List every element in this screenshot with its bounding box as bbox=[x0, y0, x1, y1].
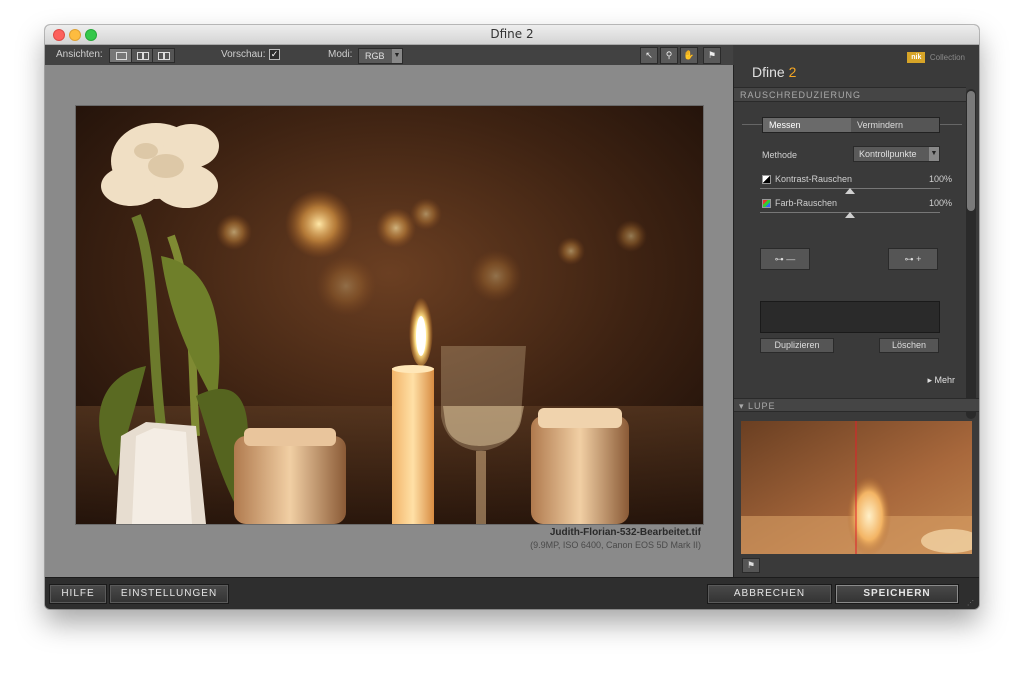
more-toggle[interactable]: ▸ Mehr bbox=[927, 375, 955, 386]
hand-tool-icon[interactable]: ✋ bbox=[680, 47, 698, 64]
bottom-bar: HILFE EINSTELLUNGEN ABBRECHEN SPEICHERN … bbox=[45, 577, 979, 609]
chevron-down-icon: ▼ bbox=[929, 147, 939, 161]
single-view-icon bbox=[116, 52, 127, 60]
mode-select[interactable]: RGB ▼ bbox=[358, 48, 403, 64]
zoom-window-button[interactable] bbox=[85, 29, 97, 41]
help-button[interactable]: HILFE bbox=[49, 584, 107, 604]
image-filename: Judith-Florian-532-Bearbeitet.tif bbox=[549, 527, 701, 538]
color-noise-slider-handle[interactable] bbox=[845, 212, 855, 218]
tab-reduce[interactable]: Vermindern bbox=[851, 118, 939, 132]
control-points-list[interactable] bbox=[760, 301, 940, 333]
color-swatch-icon bbox=[762, 199, 771, 209]
arrow-tool-icon[interactable]: ↖ bbox=[640, 47, 658, 64]
method-select-value: Kontrollpunkte bbox=[859, 149, 917, 159]
close-window-button[interactable] bbox=[53, 29, 65, 41]
collection-label: Collection bbox=[929, 53, 965, 63]
color-noise-row: Farb-Rauschen bbox=[762, 198, 838, 209]
right-panel: nik Collection Dfine 2 RAUSCHREDUZIERUNG… bbox=[734, 45, 979, 577]
preview-canvas[interactable]: Judith-Florian-532-Bearbeitet.tif (9.9MP… bbox=[45, 65, 734, 577]
contrast-noise-slider-handle[interactable] bbox=[845, 188, 855, 194]
pin-tool-icon[interactable]: ⚑ bbox=[703, 47, 721, 64]
image-metadata: (9.9MP, ISO 6400, Canon EOS 5D Mark II) bbox=[530, 540, 701, 550]
noise-reduction-section-header[interactable]: RAUSCHREDUZIERUNG bbox=[734, 87, 966, 102]
method-select[interactable]: Kontrollpunkte ▼ bbox=[853, 146, 940, 162]
remove-control-point-button[interactable]: ⊶ — bbox=[760, 248, 810, 270]
settings-button[interactable]: EINSTELLUNGEN bbox=[109, 584, 229, 604]
zoom-tool-icon[interactable]: ⚲ bbox=[660, 47, 678, 64]
contrast-noise-row: Kontrast-Rauschen bbox=[762, 174, 853, 185]
app-name: Dfine bbox=[752, 64, 785, 80]
mode-label: Modi: bbox=[328, 49, 353, 60]
preview-checkbox[interactable]: ✓ bbox=[269, 49, 280, 60]
title-bar: Dfine 2 bbox=[45, 25, 979, 45]
contrast-noise-label: Kontrast-Rauschen bbox=[775, 174, 853, 184]
window-title: Dfine 2 bbox=[490, 27, 534, 41]
preview-label: Vorschau: bbox=[221, 49, 266, 60]
control-point-icon: ⊶ bbox=[774, 254, 784, 264]
tab-measure[interactable]: Messen bbox=[763, 118, 851, 132]
top-toolbar: Ansichten: Vorschau: ✓ Modi: RGB ▼ ↖ ⚲ ✋… bbox=[45, 45, 733, 66]
image-info: Judith-Florian-532-Bearbeitet.tif (9.9MP… bbox=[530, 527, 701, 550]
loupe-section-header[interactable]: ▾ LUPE bbox=[734, 398, 979, 412]
more-label: Mehr bbox=[934, 375, 955, 385]
loupe-title: LUPE bbox=[748, 401, 776, 411]
app-window: Dfine 2 Ansichten: Vorschau: ✓ Modi: RGB… bbox=[45, 25, 979, 609]
single-view-button[interactable] bbox=[110, 49, 132, 62]
pin-loupe-icon[interactable]: ⚑ bbox=[742, 558, 760, 573]
scrollbar-thumb[interactable] bbox=[967, 91, 975, 211]
nik-logo: nik bbox=[907, 52, 926, 64]
color-noise-value: 100% bbox=[928, 198, 952, 208]
measure-reduce-tabs: Messen Vermindern bbox=[762, 117, 940, 133]
nik-collection-logo: nik Collection bbox=[907, 49, 965, 64]
save-button[interactable]: SPEICHERN bbox=[835, 584, 959, 604]
view-mode-buttons bbox=[109, 48, 175, 63]
color-noise-label: Farb-Rauschen bbox=[775, 198, 838, 208]
loupe-preview[interactable] bbox=[741, 421, 972, 554]
contrast-swatch-icon bbox=[762, 175, 771, 185]
minimize-window-button[interactable] bbox=[69, 29, 81, 41]
contrast-noise-value: 100% bbox=[928, 174, 952, 184]
side-by-side-view-button[interactable] bbox=[153, 49, 174, 62]
preview-photo[interactable] bbox=[75, 105, 704, 525]
resize-grip-icon[interactable]: ⋰ bbox=[967, 599, 975, 607]
mode-select-value: RGB bbox=[365, 51, 385, 61]
add-control-point-button[interactable]: ⊶ + bbox=[888, 248, 938, 270]
delete-button[interactable]: Löschen bbox=[879, 338, 939, 353]
cancel-button[interactable]: ABBRECHEN bbox=[707, 584, 832, 604]
chevron-down-icon: ▼ bbox=[392, 49, 402, 63]
duplicate-button[interactable]: Duplizieren bbox=[760, 338, 834, 353]
views-label: Ansichten: bbox=[56, 49, 103, 60]
app-version: 2 bbox=[788, 64, 797, 80]
panel-scrollbar[interactable] bbox=[966, 89, 976, 419]
control-point-icon: ⊶ bbox=[904, 254, 914, 264]
app-title: Dfine 2 bbox=[752, 64, 796, 80]
method-label: Methode bbox=[762, 150, 798, 160]
split-view-button[interactable] bbox=[132, 49, 154, 62]
